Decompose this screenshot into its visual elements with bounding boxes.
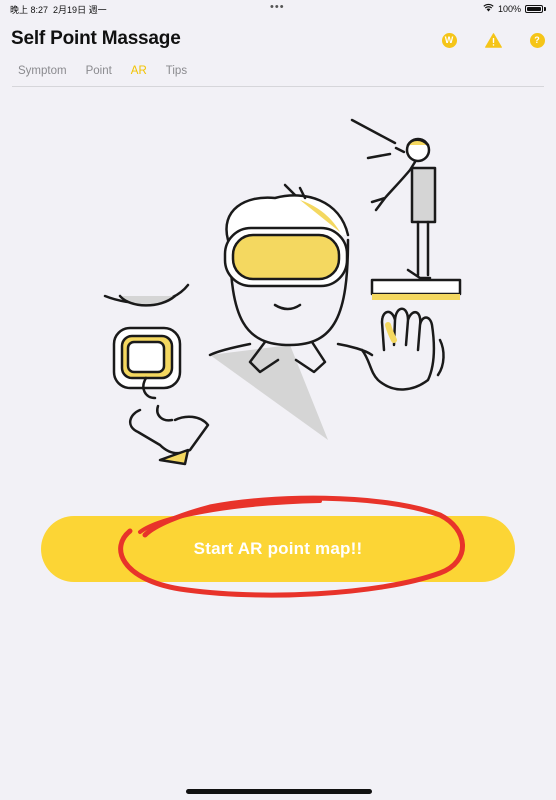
- tab-symptom[interactable]: Symptom: [18, 65, 67, 77]
- battery-icon: [525, 4, 543, 13]
- app-title: Self Point Massage: [11, 28, 181, 49]
- status-time: 晚上 8:27: [10, 5, 49, 15]
- start-ar-button-label: Start AR point map!!: [193, 539, 363, 558]
- tab-ar[interactable]: AR: [131, 65, 147, 77]
- wifi-icon: [483, 3, 494, 14]
- status-bar: 晚上 8:27 2月19日 週一 ••• 100%: [0, 0, 556, 18]
- help-icon[interactable]: ?: [528, 31, 546, 49]
- multitasking-dots[interactable]: •••: [270, 1, 285, 13]
- header-actions: W ?: [440, 31, 546, 49]
- status-indicators: 100%: [483, 3, 546, 14]
- tab-point[interactable]: Point: [86, 65, 112, 77]
- w-badge-icon[interactable]: W: [440, 31, 458, 49]
- tab-bar: Symptom Point AR Tips: [18, 65, 187, 77]
- ar-vr-illustration: [103, 118, 462, 466]
- warning-icon[interactable]: [484, 31, 502, 49]
- home-indicator[interactable]: [186, 789, 372, 794]
- w-badge: W: [441, 32, 457, 48]
- tab-divider: [12, 86, 544, 87]
- help-badge: ?: [529, 32, 545, 48]
- battery-percent: 100%: [497, 3, 521, 14]
- status-date: 2月19日 週一: [53, 5, 107, 15]
- tab-tips[interactable]: Tips: [166, 65, 187, 77]
- start-ar-button[interactable]: Start AR point map!!: [41, 516, 515, 582]
- status-time-date: 晚上 8:27 2月19日 週一: [10, 3, 107, 16]
